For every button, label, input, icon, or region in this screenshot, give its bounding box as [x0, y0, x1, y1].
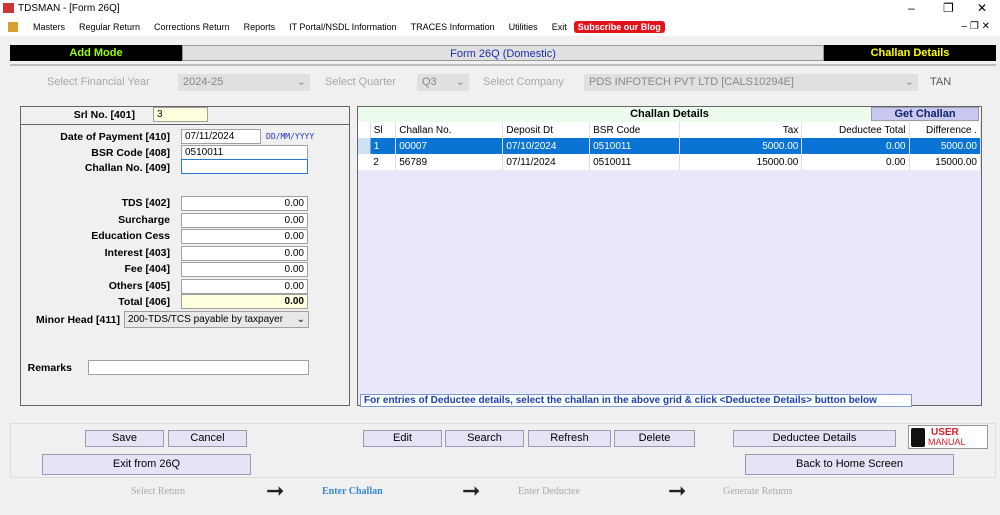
exit-26q-button[interactable]: Exit from 26Q [42, 454, 251, 475]
srl-input[interactable]: 3 [153, 107, 208, 122]
amount-label: Fee [404] [124, 263, 170, 275]
challan-no-label: Challan No. [409] [84, 162, 170, 174]
cell: 0510011 [589, 154, 680, 170]
date-format-hint: DD/MM/YYYY [266, 132, 315, 141]
amount-label: Education Cess [91, 230, 170, 242]
column-header[interactable]: BSR Code [589, 122, 680, 138]
dop-input[interactable]: 07/11/2024 [181, 129, 261, 144]
menu-utilities[interactable]: Utilities [502, 22, 545, 32]
cancel-button[interactable]: Cancel [168, 430, 247, 447]
remarks-label: Remarks [27, 362, 72, 374]
menu-regular-return[interactable]: Regular Return [72, 22, 147, 32]
amount-input[interactable]: 0.00 [181, 245, 308, 261]
column-header[interactable]: Sl [370, 122, 397, 138]
cell: 5000.00 [679, 138, 803, 154]
delete-button[interactable]: Delete [614, 430, 695, 447]
step-enter-challan: Enter Challan [322, 486, 383, 497]
cell: 1 [370, 138, 397, 154]
quarter-select[interactable]: Q3 ⌄ [417, 74, 469, 91]
amount-label: TDS [402] [121, 197, 170, 209]
deductee-details-button[interactable]: Deductee Details [733, 430, 896, 447]
menu-corrections-return[interactable]: Corrections Return [147, 22, 237, 32]
amount-input[interactable]: 0.00 [181, 278, 308, 294]
app-icon [3, 3, 14, 13]
step-select-return: Select Return [131, 486, 186, 497]
amount-input[interactable]: 0.00 [181, 262, 308, 277]
step-generate-returns: Generate Returns [723, 486, 793, 497]
cell: 15000.00 [679, 154, 803, 170]
arrow-right-icon: ➞ [266, 478, 285, 503]
cell: 2 [370, 154, 397, 170]
tan-label: TAN [930, 76, 952, 88]
minor-head-select[interactable]: 200-TDS/TCS payable by taxpayer ⌄ [124, 311, 309, 328]
search-button[interactable]: Search [445, 430, 524, 447]
total-label: Total [406] [118, 296, 170, 308]
column-header[interactable]: Difference . [909, 122, 981, 138]
grid-hint: For entries of Deductee details, select … [360, 394, 912, 407]
amount-input[interactable]: 0.00 [181, 196, 308, 211]
quarter-label: Select Quarter [325, 76, 396, 88]
menu-it-portal[interactable]: IT Portal/NSDL Information [282, 22, 404, 32]
column-header[interactable]: Deductee Total [801, 122, 910, 138]
manual-book-icon [911, 428, 925, 447]
maximize-button[interactable]: ❐ [943, 1, 954, 15]
close-button[interactable]: ✕ [977, 1, 987, 15]
cell: 56789 [395, 154, 504, 170]
cell: 0.00 [801, 154, 910, 170]
minimize-button[interactable]: – [908, 1, 915, 15]
bsr-input[interactable]: 0510011 [181, 145, 308, 160]
total-value: 0.00 [181, 294, 308, 309]
arrow-right-icon: ➞ [462, 478, 481, 503]
fy-select[interactable]: 2024-25 ⌄ [178, 74, 310, 91]
subscribe-blog-button[interactable]: Subscribe our Blog [573, 20, 665, 33]
amount-label: Surcharge [118, 213, 170, 226]
save-button[interactable]: Save [85, 430, 164, 447]
menu-reports[interactable]: Reports [237, 22, 283, 32]
cell: 0510011 [589, 138, 680, 154]
amount-input[interactable]: 0.00 [181, 212, 308, 228]
amount-label: Interest [403] [104, 246, 170, 259]
dop-label: Date of Payment [410] [60, 131, 170, 143]
company-select[interactable]: PDS INFOTECH PVT LTD [CALS10294E] ⌄ [584, 74, 918, 91]
srl-label: Srl No. [401] [73, 109, 135, 121]
title-bar: TDSMAN - [Form 26Q] – ❐ ✕ [0, 0, 1000, 17]
cell: 00007 [395, 138, 504, 154]
cell: 5000.00 [909, 138, 981, 154]
challan-row[interactable]: 2 56789 07/11/2024 0510011 15000.00 0.00 15000… [358, 154, 981, 170]
cell: 07/11/2024 [502, 154, 591, 170]
amount-input[interactable]: 0.00 [181, 229, 308, 244]
form-title: Form 26Q (Domestic) [182, 45, 824, 61]
fy-label: Select Financial Year [47, 76, 150, 88]
section-title: Challan Details [824, 45, 996, 61]
menu-traces[interactable]: TRACES Information [404, 22, 502, 32]
edit-button[interactable]: Edit [363, 430, 442, 447]
window-title: TDSMAN - [Form 26Q] [18, 3, 120, 14]
amount-label: Others [405] [108, 279, 170, 292]
menu-masters[interactable]: Masters [26, 22, 72, 32]
arrow-right-icon: ➞ [668, 478, 687, 503]
get-challan-button[interactable]: Get Challan [871, 107, 979, 121]
menu-exit[interactable]: Exit [545, 22, 574, 32]
menu-bar: Masters Regular Return Corrections Retur… [0, 17, 1000, 36]
column-header[interactable]: Deposit Dt [502, 122, 591, 138]
cell: 07/10/2024 [502, 138, 591, 154]
remarks-input[interactable] [88, 360, 309, 375]
bsr-label: BSR Code [408] [91, 147, 170, 159]
user-manual-button[interactable]: USER MANUAL [908, 425, 988, 449]
company-label: Select Company [483, 76, 564, 88]
challan-table: Sl Challan No. Deposit Dt BSR Code Tax Deduct… [358, 122, 981, 170]
app-menu-icon[interactable] [8, 21, 18, 32]
cell: 15000.00 [909, 154, 981, 170]
back-home-button[interactable]: Back to Home Screen [745, 454, 954, 475]
column-header[interactable]: Tax [679, 122, 803, 138]
refresh-button[interactable]: Refresh [528, 430, 611, 447]
challan-row[interactable]: 1 00007 07/10/2024 0510011 5000.00 0.00 5000.0… [358, 138, 981, 154]
mdi-controls[interactable]: – ❐ ✕ [962, 21, 1000, 32]
challan-no-input[interactable] [181, 159, 308, 174]
column-header[interactable]: Challan No. [395, 122, 504, 138]
cell: 0.00 [801, 138, 910, 154]
mode-label: Add Mode [10, 45, 182, 61]
step-enter-deductee: Enter Deductee [518, 486, 580, 497]
minor-head-label: Minor Head [411] [35, 314, 120, 326]
